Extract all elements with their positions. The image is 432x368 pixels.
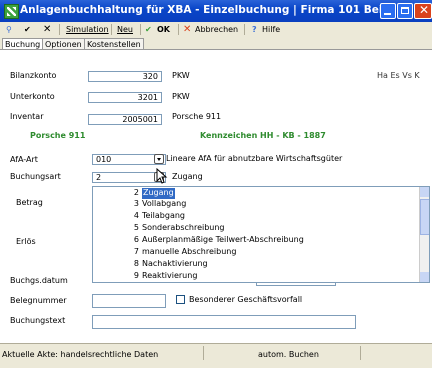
dropdown-option-nachaktivierung[interactable]: 8 Nachaktivierung: [93, 259, 417, 270]
cancel-x-icon[interactable]: ✕: [43, 24, 51, 36]
scroll-up-button[interactable]: [420, 187, 429, 197]
afa-art-dropdown-button[interactable]: [154, 154, 164, 164]
simulation-button[interactable]: Simulation: [66, 24, 109, 36]
unterkonto-label: Unterkonto: [10, 92, 55, 101]
scrollbar-thumb[interactable]: [420, 199, 429, 235]
neu-button[interactable]: Neu: [117, 24, 133, 36]
abbrechen-button[interactable]: Abbrechen: [195, 24, 238, 36]
unterkonto-input[interactable]: 3201: [88, 92, 162, 103]
dropdown-option-reaktivierung[interactable]: 9 Reaktivierung: [93, 271, 417, 282]
dropdown-option-vollabgang[interactable]: 3 Vollabgang: [93, 199, 417, 210]
close-window-button[interactable]: ✕: [414, 3, 432, 19]
besonderer-geschaeftsvorfall-label: Besonderer Geschäftsvorfall: [189, 295, 303, 304]
erloes-label: Erlös: [16, 237, 36, 246]
belegnummer-input[interactable]: [92, 294, 166, 308]
hilfe-button[interactable]: Hilfe: [262, 24, 280, 36]
status-separator: [360, 346, 361, 360]
app-icon: [4, 4, 19, 19]
maximize-button[interactable]: [397, 3, 413, 19]
asset-name: Porsche 911: [30, 131, 86, 140]
buchgs-datum-label: Buchgs.datum: [10, 276, 68, 285]
toolbar-separator: [140, 24, 141, 35]
cancel-icon: ✕: [183, 24, 192, 35]
betrag-label: Betrag: [16, 198, 43, 207]
checkmark-icon[interactable]: ✔: [24, 24, 31, 36]
unterkonto-name: PKW: [172, 92, 190, 101]
toolbar-separator: [244, 24, 245, 35]
dropdown-option-teilwert-abschreibung[interactable]: 6 Außerplanmäßige Teilwert-Abschreibung: [93, 235, 417, 246]
scroll-down-button[interactable]: [420, 272, 429, 282]
buchungsart-dropdown-list[interactable]: 2 Zugang 3 Vollabgang 4 Teilabgang 5 Sondera…: [92, 186, 430, 283]
minimize-icon: [384, 13, 391, 15]
mouse-cursor-icon: [156, 168, 168, 184]
buchungsart-label: Buchungsart: [10, 172, 61, 181]
dropdown-option-teilabgang[interactable]: 4 Teilabgang: [93, 211, 417, 222]
status-akte: Aktuelle Akte: handelsrechtliche Daten: [2, 350, 159, 359]
view-switch-labels[interactable]: Ha Es Vs K: [377, 71, 420, 80]
ok-button[interactable]: OK: [157, 24, 170, 36]
dropdown-scrollbar[interactable]: [419, 187, 429, 282]
buchungsart-description: Zugang: [172, 172, 203, 181]
buchungstext-label: Buchungstext: [10, 316, 66, 325]
status-separator: [203, 346, 204, 360]
close-icon: ✕: [418, 3, 430, 17]
dropdown-option-manuelle-abschreibung[interactable]: 7 manuelle Abschreibung: [93, 247, 417, 258]
ok-check-icon: ✔: [145, 25, 152, 34]
bilanzkonto-input[interactable]: 320: [88, 71, 162, 82]
help-icon: ?: [252, 25, 257, 34]
bilanzkonto-name: PKW: [172, 71, 190, 80]
inventar-input[interactable]: 2005001: [88, 114, 162, 125]
search-icon[interactable]: ⚲: [6, 24, 12, 36]
toolbar-separator: [59, 24, 60, 35]
window-title: Anlagenbuchhaltung für XBA - Einzelbuchu…: [20, 4, 432, 16]
minimize-button[interactable]: [380, 3, 396, 19]
toolbar-separator: [178, 24, 179, 35]
afa-art-description: Lineare AfA für abnutzbare Wirtschaftsgü…: [166, 154, 343, 163]
toolbar-separator: [111, 24, 112, 35]
inventar-name: Porsche 911: [172, 112, 222, 121]
afa-art-label: AfA-Art: [10, 155, 38, 164]
status-mode: autom. Buchen: [258, 350, 319, 359]
belegnummer-label: Belegnummer: [10, 296, 67, 305]
dropdown-option-sonderabschreibung[interactable]: 5 Sonderabschreibung: [93, 223, 417, 234]
inventar-label: Inventar: [10, 112, 44, 121]
maximize-icon: [401, 7, 409, 14]
buchungstext-input[interactable]: [92, 315, 356, 329]
kennzeichen: Kennzeichen HH - KB - 1887: [200, 131, 326, 140]
bilanzkonto-label: Bilanzkonto: [10, 71, 57, 80]
besonderer-geschaeftsvorfall-checkbox[interactable]: [176, 295, 185, 304]
dropdown-option-zugang[interactable]: 2 Zugang: [93, 188, 417, 199]
